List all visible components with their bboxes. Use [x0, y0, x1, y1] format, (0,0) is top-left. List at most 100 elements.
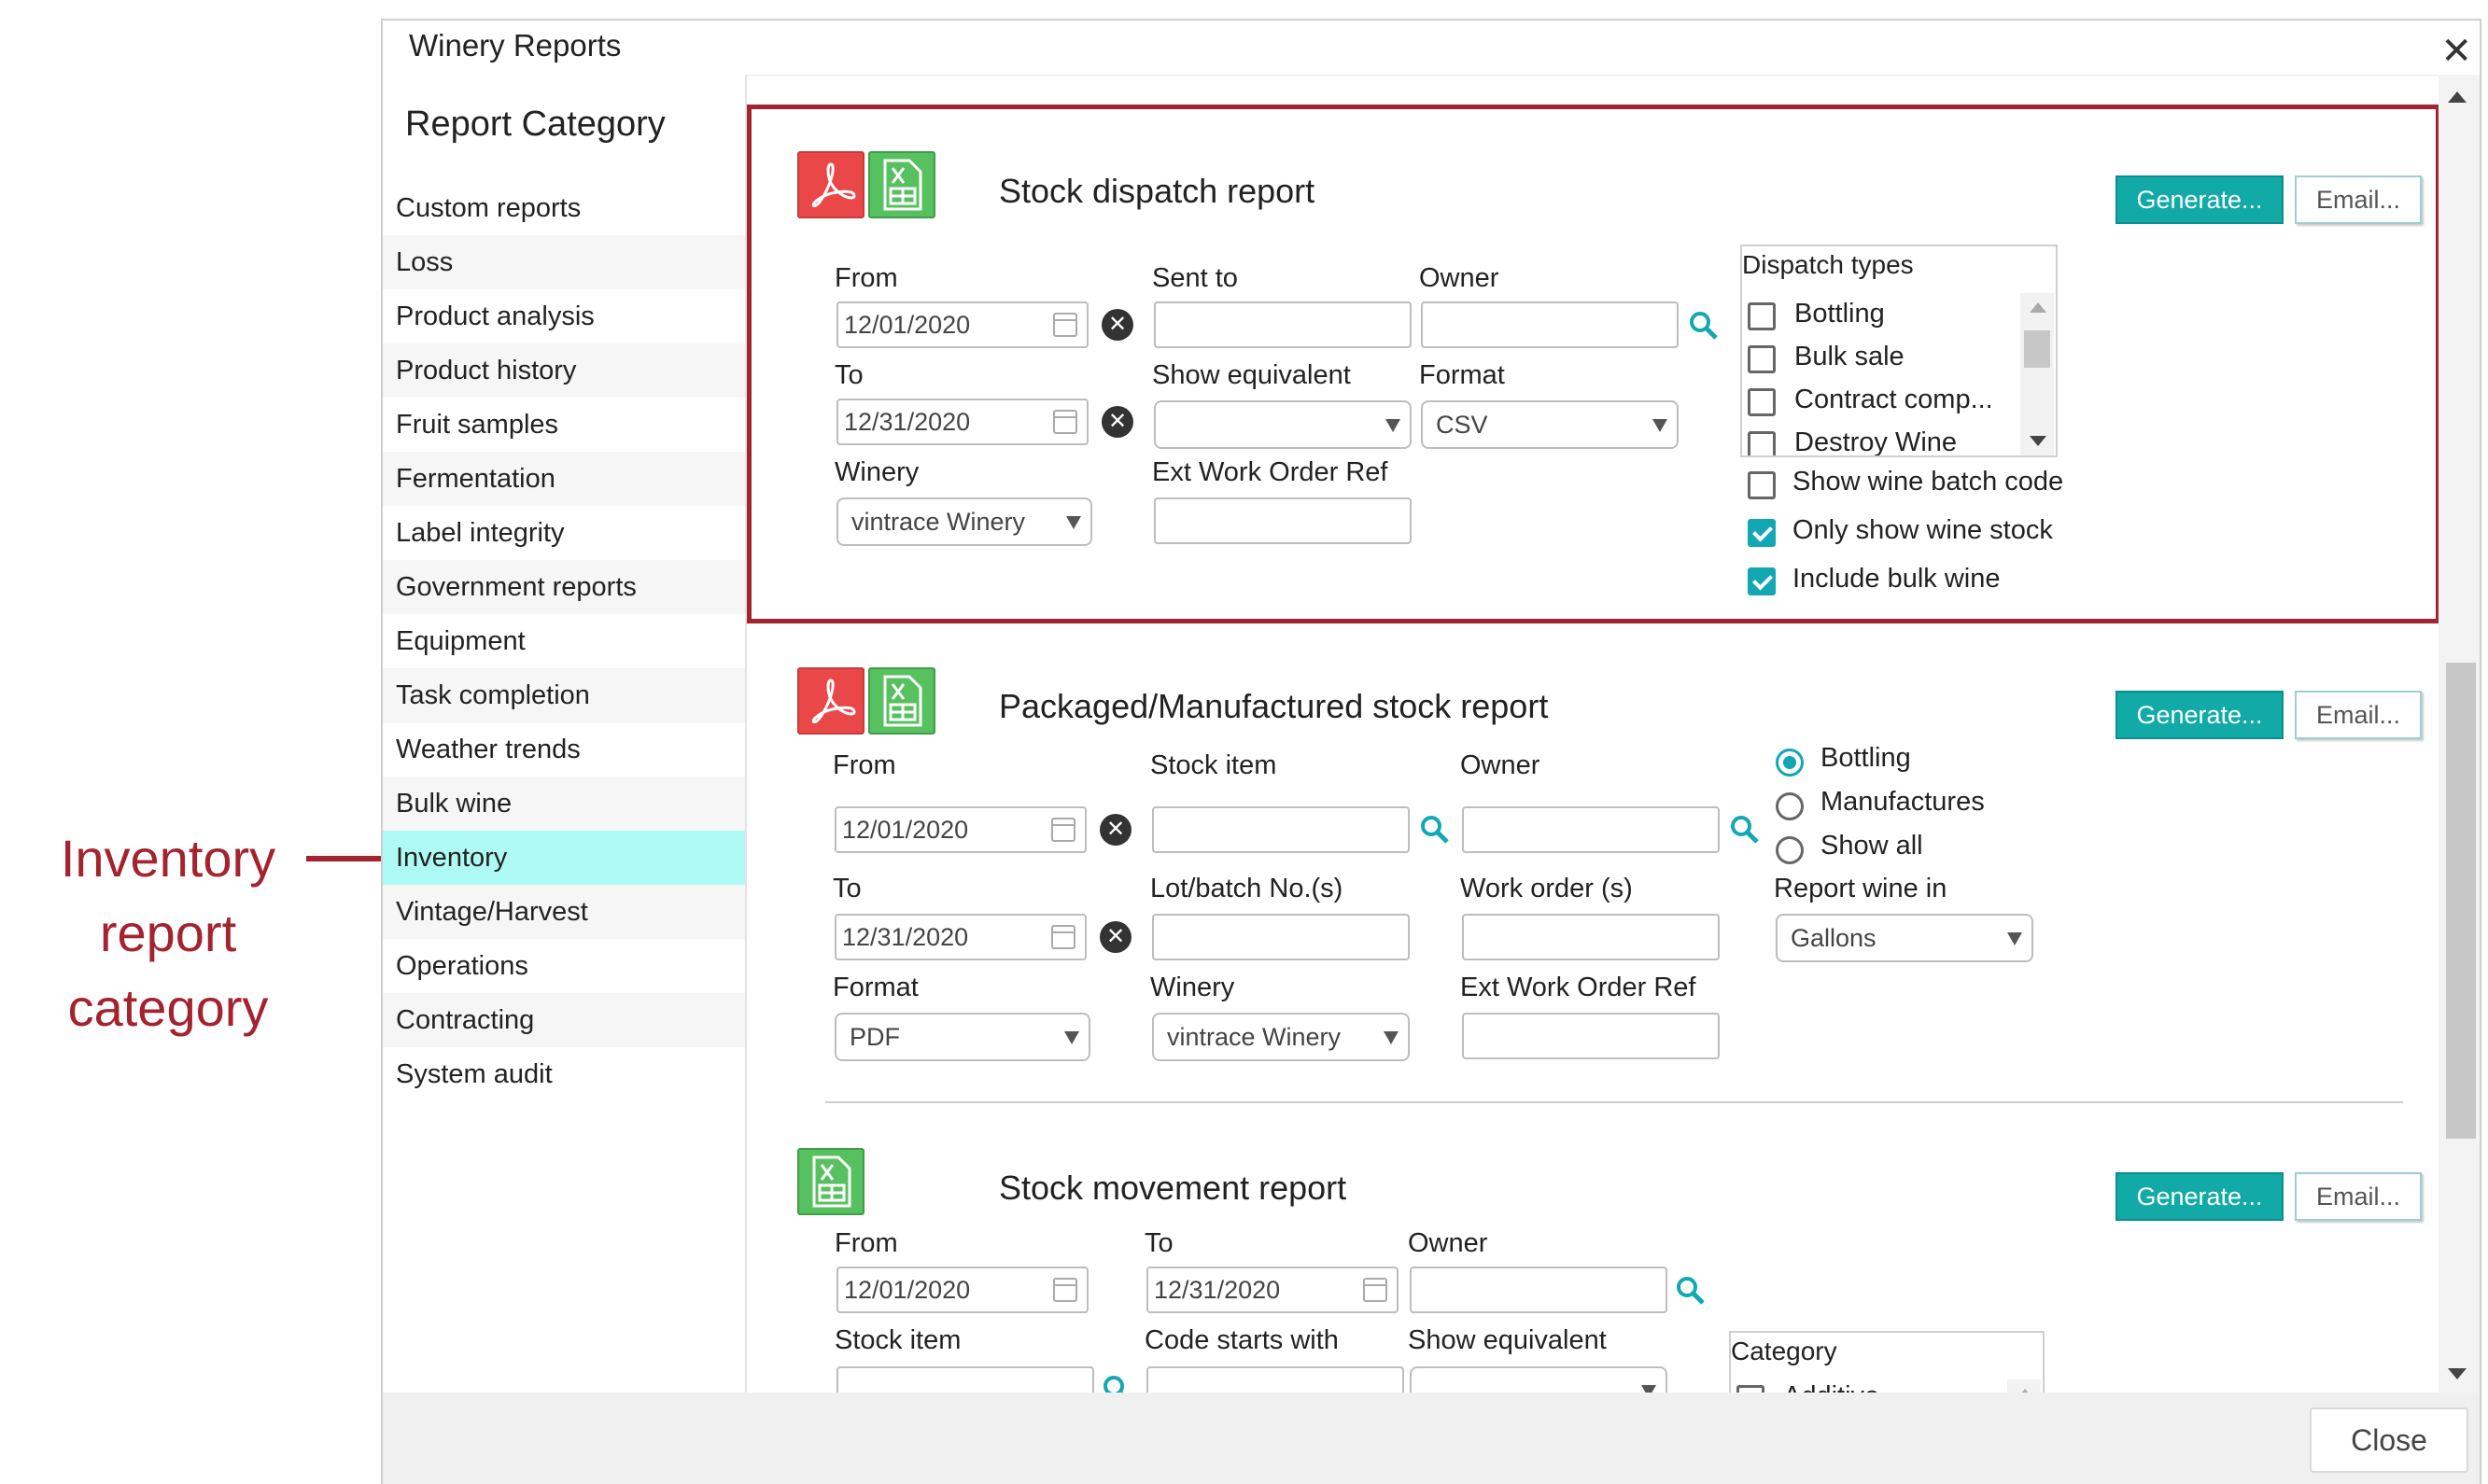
scroll-down-icon[interactable]: [2448, 1368, 2467, 1379]
sidebar-item-bulk-wine[interactable]: Bulk wine: [383, 777, 745, 831]
content-scrollbar[interactable]: [2439, 75, 2480, 1393]
to-date-field[interactable]: 12/31/2020: [835, 914, 1087, 960]
calendar-icon[interactable]: [1363, 1278, 1387, 1302]
report-wine-in-select[interactable]: Gallons: [1776, 914, 2033, 962]
dispatch-type-contract-checkbox[interactable]: [1748, 388, 1776, 416]
show-equivalent-select[interactable]: [1410, 1366, 1667, 1393]
code-starts-with-input[interactable]: [1146, 1366, 1404, 1393]
category-additive-checkbox[interactable]: [1736, 1385, 1764, 1393]
search-icon[interactable]: [1688, 310, 1720, 342]
show-all-radio[interactable]: [1776, 836, 1804, 864]
sidebar-item-task-completion[interactable]: Task completion: [383, 668, 745, 722]
sidebar-item-system-audit[interactable]: System audit: [383, 1047, 745, 1101]
sidebar-item-inventory[interactable]: Inventory: [383, 831, 745, 885]
excel-export-icon[interactable]: [868, 151, 935, 218]
dispatch-types-scrollbar[interactable]: [2020, 293, 2054, 455]
format-select[interactable]: CSV: [1421, 400, 1679, 449]
packaged-stock-email-button[interactable]: Email...: [2295, 691, 2422, 739]
clear-icon[interactable]: ✕: [1100, 921, 1132, 953]
sidebar-item-fermentation[interactable]: Fermentation: [383, 452, 745, 506]
pdf-export-icon[interactable]: [797, 151, 864, 218]
stock-dispatch-generate-button[interactable]: Generate...: [2116, 175, 2284, 224]
stock-movement-generate-button[interactable]: Generate...: [2116, 1172, 2284, 1221]
excel-export-icon[interactable]: [797, 1148, 864, 1215]
scroll-down-icon[interactable]: [2030, 436, 2046, 446]
clear-icon[interactable]: ✕: [1102, 406, 1133, 438]
show-equivalent-label: Show equivalent: [1408, 1325, 1607, 1355]
packaged-stock-generate-button[interactable]: Generate...: [2116, 691, 2284, 739]
to-date-field[interactable]: 12/31/2020: [1146, 1267, 1399, 1313]
include-bulk-wine-checkbox[interactable]: [1748, 567, 1776, 595]
winery-select[interactable]: vintrace Winery: [1152, 1013, 1410, 1061]
owner-input[interactable]: [1410, 1267, 1667, 1313]
format-select[interactable]: PDF: [835, 1013, 1090, 1061]
annotation-label: Inventory report category: [60, 829, 276, 1037]
work-order-label: Work order (s): [1460, 874, 1633, 903]
sidebar-item-government-reports[interactable]: Government reports: [383, 560, 745, 614]
chevron-down-icon: [1066, 516, 1081, 529]
sidebar-item-loss[interactable]: Loss: [383, 235, 745, 289]
ext-work-order-input[interactable]: [1154, 497, 1412, 544]
from-date-field[interactable]: 12/01/2020: [836, 1267, 1089, 1313]
calendar-icon[interactable]: [1053, 1278, 1077, 1302]
stock-movement-email-button[interactable]: Email...: [2295, 1172, 2422, 1221]
calendar-icon[interactable]: [1051, 925, 1075, 949]
dispatch-type-destroy-wine-checkbox[interactable]: [1748, 431, 1776, 455]
work-order-input[interactable]: [1462, 914, 1720, 960]
lot-batch-input[interactable]: [1152, 914, 1410, 960]
stock-item-label: Stock item: [835, 1325, 962, 1355]
scroll-thumb[interactable]: [2024, 330, 2050, 368]
ext-work-order-input[interactable]: [1462, 1013, 1720, 1059]
sidebar-item-operations[interactable]: Operations: [383, 939, 745, 993]
dispatch-type-bulk-sale-checkbox[interactable]: [1748, 345, 1776, 373]
show-wine-batch-code-checkbox[interactable]: [1748, 471, 1776, 499]
show-equivalent-select[interactable]: [1154, 400, 1412, 449]
search-icon[interactable]: [1419, 814, 1451, 846]
category-list[interactable]: Category Additive: [1729, 1331, 2045, 1393]
sidebar-item-weather-trends[interactable]: Weather trends: [383, 722, 745, 777]
pdf-export-icon[interactable]: [797, 667, 864, 735]
clear-icon[interactable]: ✕: [1100, 814, 1132, 846]
scroll-up-icon[interactable]: [2448, 91, 2467, 103]
close-button[interactable]: Close: [2310, 1407, 2468, 1473]
manufactures-radio[interactable]: [1776, 792, 1804, 820]
excel-export-icon[interactable]: [868, 667, 935, 735]
calendar-icon[interactable]: [1053, 313, 1077, 337]
owner-input[interactable]: [1421, 301, 1679, 348]
calendar-icon[interactable]: [1053, 410, 1077, 434]
stock-dispatch-email-button[interactable]: Email...: [2295, 175, 2422, 224]
search-icon[interactable]: [1729, 814, 1761, 846]
from-date-field[interactable]: 12/01/2020: [835, 806, 1087, 853]
sidebar-item-custom-reports[interactable]: Custom reports: [383, 181, 745, 235]
dispatch-type-bottling-checkbox[interactable]: [1748, 302, 1776, 330]
sidebar-item-product-history[interactable]: Product history: [383, 343, 745, 398]
from-label: From: [833, 750, 896, 780]
owner-input[interactable]: [1462, 806, 1720, 853]
report-category-list: Custom reports Loss Product analysis Pro…: [383, 181, 745, 1101]
only-show-wine-stock-checkbox[interactable]: [1748, 519, 1776, 547]
sidebar-item-fruit-samples[interactable]: Fruit samples: [383, 398, 745, 452]
sidebar-item-vintage-harvest[interactable]: Vintage/Harvest: [383, 885, 745, 939]
winery-select[interactable]: vintrace Winery: [836, 497, 1092, 546]
calendar-icon[interactable]: [1051, 818, 1075, 842]
sidebar-item-equipment[interactable]: Equipment: [383, 614, 745, 668]
sent-to-input[interactable]: [1154, 301, 1412, 348]
bottling-radio[interactable]: [1776, 749, 1804, 777]
sidebar-item-product-analysis[interactable]: Product analysis: [383, 289, 745, 343]
section-divider: [825, 1101, 2403, 1103]
close-icon[interactable]: ✕: [2440, 30, 2472, 73]
stock-item-input[interactable]: [1152, 806, 1410, 853]
clear-icon[interactable]: ✕: [1102, 309, 1133, 341]
category-scrollbar[interactable]: [2007, 1379, 2041, 1393]
sidebar-item-label-integrity[interactable]: Label integrity: [383, 506, 745, 560]
to-date-field[interactable]: 12/31/2020: [836, 399, 1089, 445]
scroll-thumb[interactable]: [2446, 663, 2476, 1139]
sidebar-item-contracting[interactable]: Contracting: [383, 993, 745, 1047]
winery-reports-dialog: Winery Reports ✕ Report Category Custom …: [381, 19, 2481, 1484]
dispatch-types-list[interactable]: Dispatch types Bottling Bulk sale Contra…: [1740, 245, 2058, 457]
search-icon[interactable]: [1675, 1275, 1707, 1307]
from-date-field[interactable]: 12/01/2020: [836, 301, 1089, 348]
stock-item-input[interactable]: [836, 1366, 1094, 1393]
scroll-up-icon[interactable]: [2030, 302, 2046, 313]
search-icon[interactable]: [1102, 1374, 1133, 1393]
